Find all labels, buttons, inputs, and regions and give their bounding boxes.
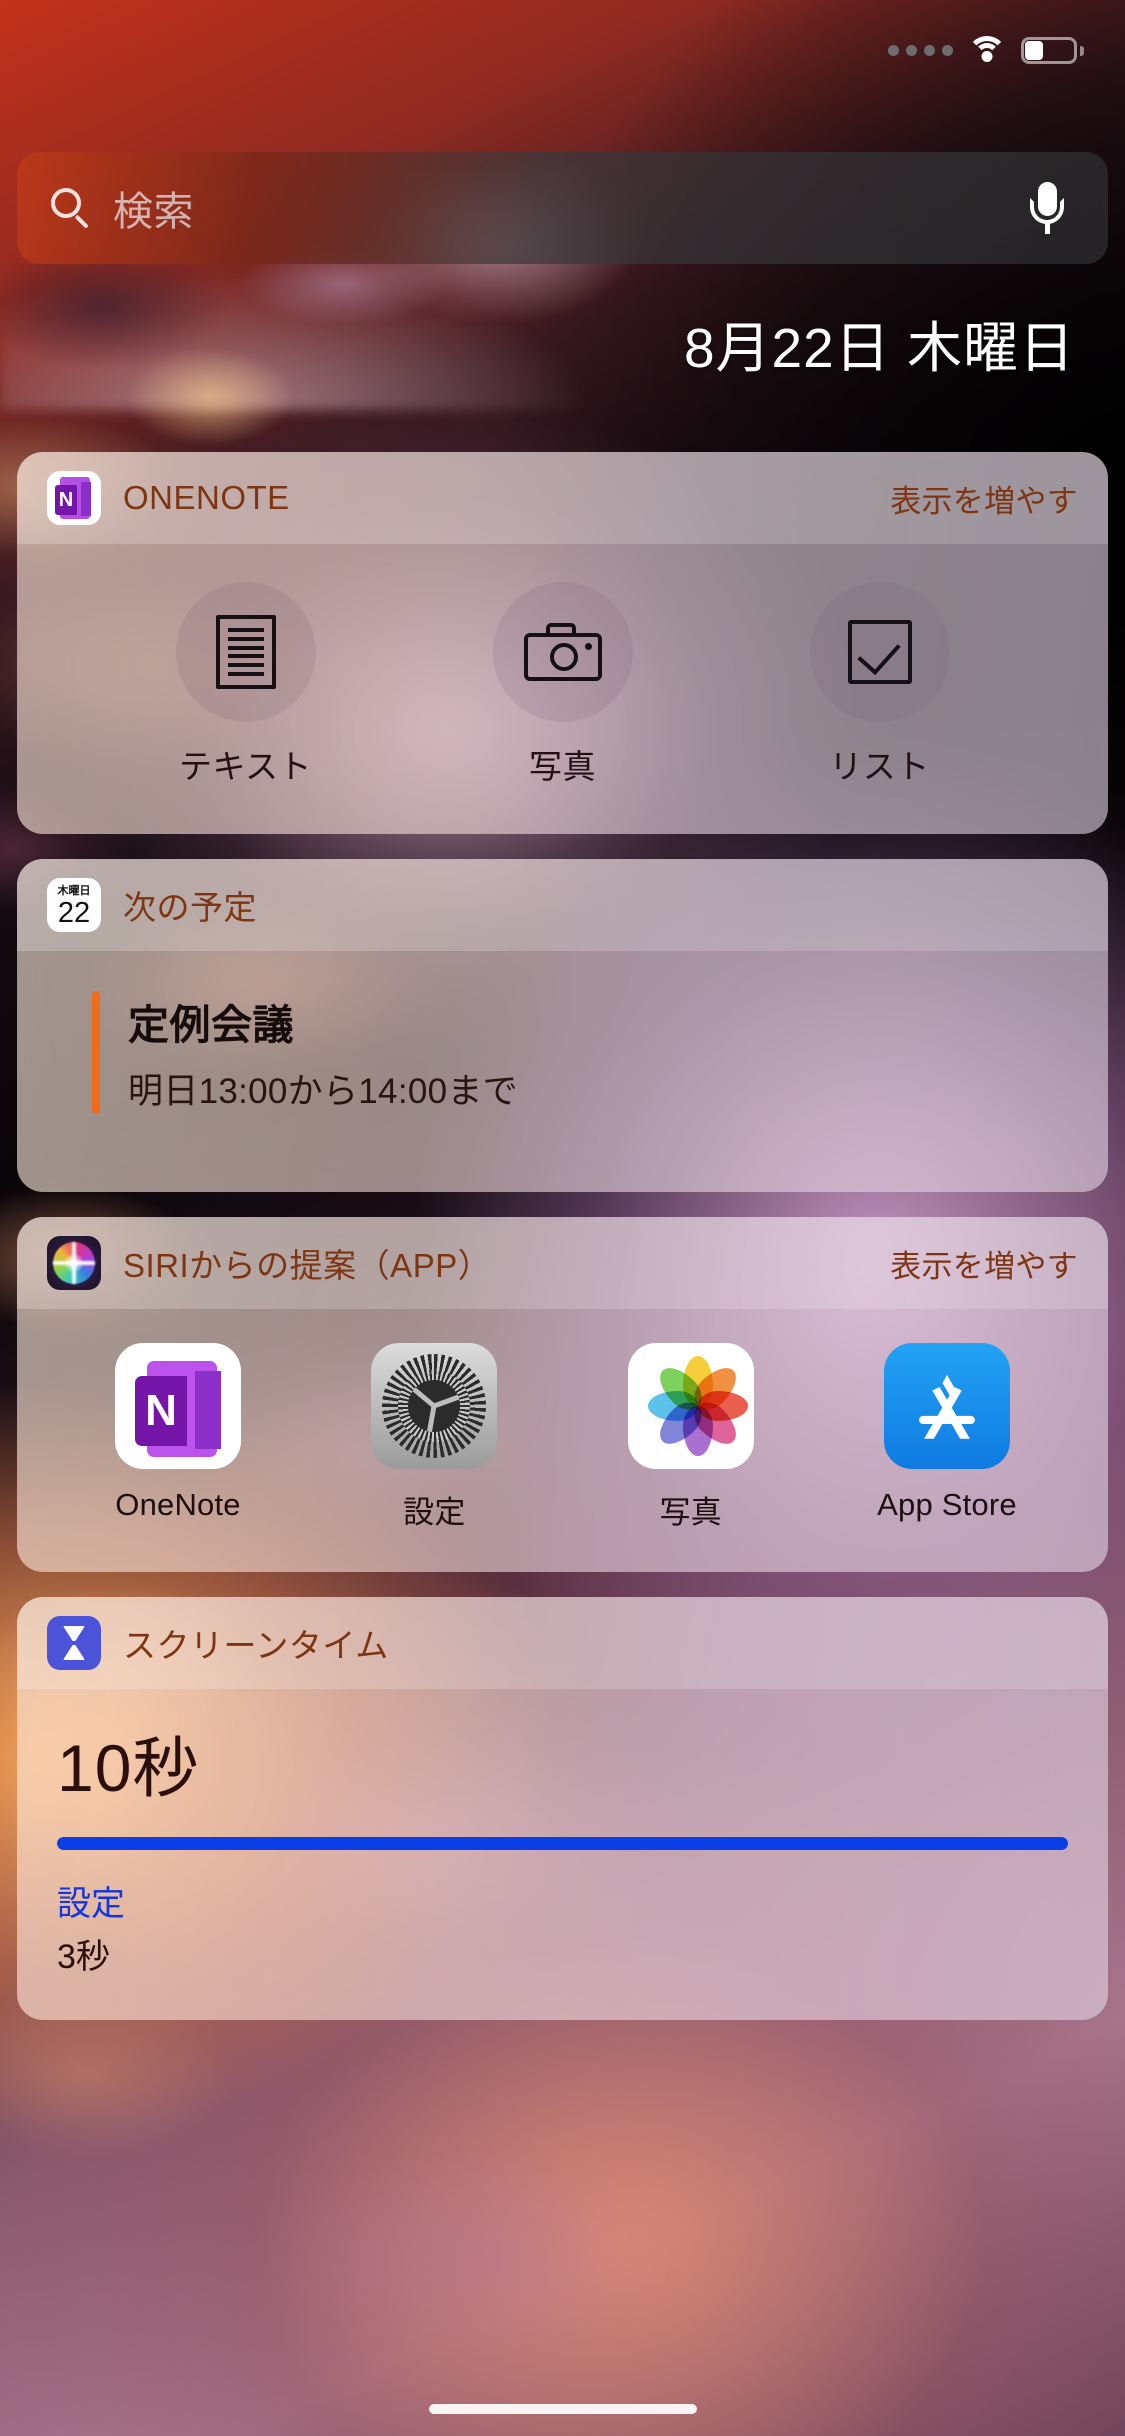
onenote-action-list-circle[interactable]	[809, 582, 950, 722]
widget-onenote-header[interactable]: N ONENOTE 表示を増やす	[17, 452, 1108, 544]
calendar-event-text: 定例会議 明日13:00から14:00まで	[128, 991, 518, 1114]
screen-time-progress-fill	[57, 1837, 1068, 1850]
onenote-action-text-label: テキスト	[178, 748, 312, 785]
onenote-icon[interactable]: N	[115, 1343, 241, 1469]
widget-onenote-show-more-button[interactable]: 表示を増やす	[890, 476, 1078, 521]
onenote-action-row: テキスト 写真 リスト	[47, 544, 1078, 834]
calendar-icon-day: 22	[57, 896, 91, 929]
calendar-icon-weekday: 木曜日	[57, 884, 91, 897]
calendar-event-time: 明日13:00から14:00まで	[128, 1072, 518, 1111]
widget-calendar-title: 次の予定	[123, 889, 257, 926]
signal-dots-icon	[888, 45, 953, 56]
onenote-icon: N	[47, 471, 101, 525]
widget-onenote-title: ONENOTE	[123, 479, 290, 516]
siri-icon	[47, 1236, 101, 1290]
widget-onenote[interactable]: N ONENOTE 表示を増やす テキスト 写真 リスト	[17, 452, 1108, 834]
onenote-action-list[interactable]: リスト	[780, 582, 980, 788]
siri-app-onenote[interactable]: N OneNote	[92, 1343, 264, 1532]
widget-siri-show-more-button[interactable]: 表示を増やす	[890, 1241, 1078, 1286]
camera-icon	[523, 623, 602, 681]
onenote-action-text-circle[interactable]	[175, 582, 316, 722]
siri-app-row: N OneNote 設定 写真 App Store	[47, 1309, 1078, 1572]
widget-screen-time-title: スクリーンタイム	[123, 1627, 389, 1664]
calendar-event-title: 定例会議	[128, 1002, 294, 1048]
search-input[interactable]: 検索	[113, 179, 1030, 237]
search-icon	[51, 188, 91, 229]
battery-icon	[1021, 37, 1084, 64]
settings-gear-icon[interactable]	[371, 1343, 498, 1469]
photos-icon[interactable]	[627, 1343, 754, 1469]
calendar-icon: 木曜日 22	[47, 878, 101, 932]
calendar-event-item[interactable]: 定例会議 明日13:00から14:00まで	[47, 991, 1078, 1114]
widget-siri-body: N OneNote 設定 写真 App Store	[17, 1309, 1108, 1572]
siri-app-settings-label: 設定	[403, 1495, 466, 1530]
wifi-icon	[967, 36, 1007, 65]
home-indicator[interactable]	[428, 2404, 697, 2414]
onenote-action-photo[interactable]: 写真	[463, 582, 663, 788]
hourglass-icon	[47, 1616, 101, 1670]
widget-screen-time-header[interactable]: スクリーンタイム	[17, 1597, 1108, 1689]
document-icon	[215, 615, 276, 689]
onenote-action-list-label: リスト	[829, 748, 930, 785]
onenote-action-photo-circle[interactable]	[492, 582, 633, 722]
screen-time-app-name[interactable]: 設定	[57, 1876, 1068, 1925]
widget-siri-suggestions[interactable]: SIRIからの提案（APP） 表示を増やす N OneNote 設定 写真 Ap…	[17, 1217, 1108, 1572]
screen-time-progress-bar	[57, 1837, 1068, 1850]
widget-siri-header[interactable]: SIRIからの提案（APP） 表示を増やす	[17, 1217, 1108, 1309]
microphone-icon[interactable]	[1030, 182, 1064, 234]
status-bar	[0, 0, 1125, 132]
app-store-icon[interactable]	[883, 1343, 1010, 1469]
siri-app-appstore-label: App Store	[877, 1487, 1017, 1522]
status-bar-right-group	[888, 36, 1084, 65]
date-header: 8月22日 木曜日	[683, 317, 1075, 379]
widget-screen-time-body: 10秒 設定 3秒	[17, 1689, 1108, 2020]
siri-app-photos-label: 写真	[659, 1495, 722, 1530]
widget-screen-time[interactable]: スクリーンタイム 10秒 設定 3秒	[17, 1597, 1108, 2020]
search-bar[interactable]: 検索	[17, 152, 1108, 264]
siri-app-settings[interactable]: 設定	[348, 1343, 520, 1532]
screen-time-total: 10秒	[57, 1731, 200, 1805]
siri-app-appstore[interactable]: App Store	[861, 1343, 1033, 1532]
widget-calendar-header[interactable]: 木曜日 22 次の予定	[17, 859, 1108, 951]
widget-onenote-body: テキスト 写真 リスト	[17, 544, 1108, 834]
screen-time-app-duration: 3秒	[57, 1938, 110, 1976]
onenote-action-text[interactable]: テキスト	[146, 582, 346, 788]
widget-calendar-body: 定例会議 明日13:00から14:00まで	[17, 951, 1108, 1192]
siri-app-onenote-label: OneNote	[115, 1487, 241, 1522]
widget-siri-title: SIRIからの提案（APP）	[123, 1247, 492, 1284]
widget-list: N ONENOTE 表示を増やす テキスト 写真 リスト 木曜日 22 次の予定…	[17, 452, 1108, 2020]
checkbox-icon	[847, 620, 912, 684]
siri-app-photos[interactable]: 写真	[605, 1343, 777, 1532]
widget-calendar[interactable]: 木曜日 22 次の予定 定例会議 明日13:00から14:00まで	[17, 859, 1108, 1192]
onenote-action-photo-label: 写真	[529, 748, 596, 785]
calendar-event-accent-bar	[92, 991, 100, 1114]
